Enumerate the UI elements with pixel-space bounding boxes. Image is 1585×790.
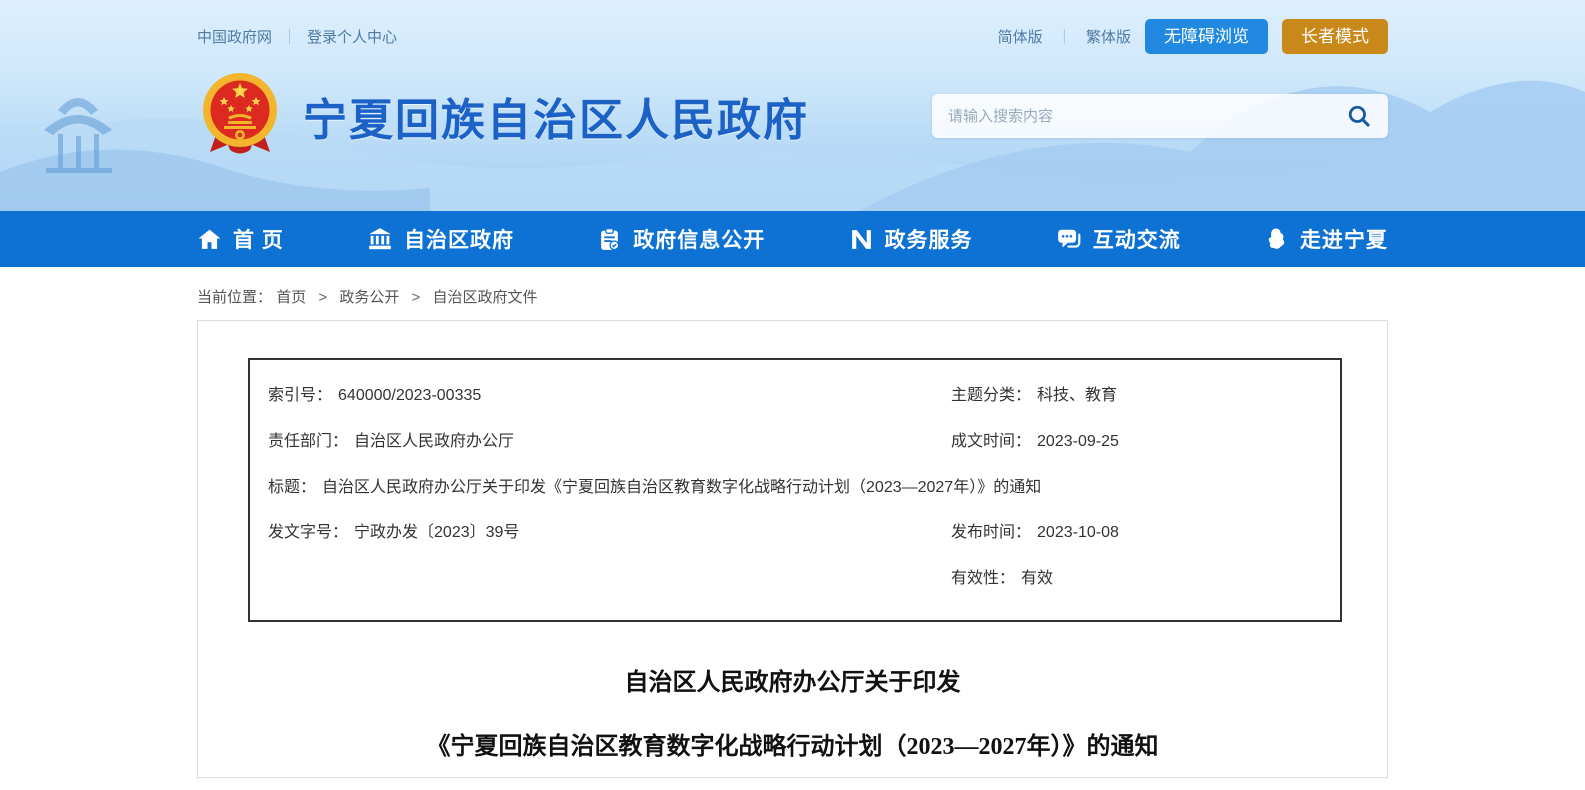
breadcrumb-separator: > — [318, 289, 327, 306]
simplified-version-link[interactable]: 简体版 — [998, 29, 1043, 46]
site-header: 中国政府网 ｜ 登录个人中心 简体版 ｜ 繁体版 无障碍浏览 长者模式 — [0, 0, 1585, 211]
responsible-department-label: 责任部门： — [268, 433, 348, 450]
nav-item-gov-services[interactable]: 政务服务 — [849, 211, 973, 267]
separator: ｜ — [1057, 29, 1072, 46]
topic-category-value: 科技、教育 — [1037, 387, 1117, 404]
government-building-icon — [367, 226, 393, 252]
brand-row: 宁夏回族自治区人民政府 — [197, 70, 1388, 162]
meta-row-docnumber: 发文字号： 宁政办发〔2023〕39号 发布时间： 2023-10-08 — [268, 523, 1322, 544]
topic-category-label: 主题分类： — [951, 387, 1031, 404]
index-number-label: 索引号： — [268, 387, 332, 404]
nav-label: 互动交流 — [1093, 224, 1181, 254]
search-icon — [1346, 103, 1372, 129]
doc-title-label: 标题： — [268, 479, 316, 496]
login-link[interactable]: 登录个人中心 — [307, 26, 397, 47]
breadcrumb-label: 当前位置： — [197, 289, 272, 306]
validity-label: 有效性： — [951, 570, 1015, 587]
document-title-line1: 自治区人民政府办公厅关于印发 — [198, 662, 1387, 697]
document-metadata-table: 索引号： 640000/2023-00335 主题分类： 科技、教育 责任部门： 自治… — [248, 358, 1342, 622]
document-container: 索引号： 640000/2023-00335 主题分类： 科技、教育 责任部门： 自治… — [197, 320, 1388, 778]
nav-label: 政府信息公开 — [633, 224, 765, 254]
breadcrumb-gov-disclosure[interactable]: 政务公开 — [339, 289, 399, 306]
search-button[interactable] — [1344, 101, 1374, 131]
nav-label: 走进宁夏 — [1300, 224, 1388, 254]
accessibility-button[interactable]: 无障碍浏览 — [1145, 19, 1268, 54]
nav-label: 首 页 — [233, 224, 284, 254]
written-date-label: 成文时间： — [951, 433, 1031, 450]
nav-item-home[interactable]: 首 页 — [197, 211, 284, 267]
breadcrumb-separator: > — [412, 289, 421, 306]
doc-number-value: 宁政办发〔2023〕39号 — [354, 524, 519, 541]
publish-date-value: 2023-10-08 — [1037, 524, 1119, 541]
responsible-department-value: 自治区人民政府办公厅 — [354, 433, 514, 450]
traditional-version-link[interactable]: 繁体版 — [1086, 29, 1131, 46]
nav-item-interaction[interactable]: 互动交流 — [1056, 211, 1181, 267]
elder-mode-button[interactable]: 长者模式 — [1282, 19, 1388, 54]
meta-row-index: 索引号： 640000/2023-00335 主题分类： 科技、教育 — [268, 386, 1322, 407]
home-icon — [197, 227, 222, 252]
meta-row-department: 责任部门： 自治区人民政府办公厅 成文时间： 2023-09-25 — [268, 432, 1322, 453]
publish-date-label: 发布时间： — [951, 524, 1031, 541]
nav-item-info-disclosure[interactable]: 政府信息公开 — [597, 211, 765, 267]
document-title-block: 自治区人民政府办公厅关于印发 《宁夏回族自治区教育数字化战略行动计划（2023—… — [198, 662, 1387, 778]
index-number-value: 640000/2023-00335 — [338, 387, 481, 404]
gov-services-icon — [849, 227, 874, 252]
breadcrumb: 当前位置： 首页 > 政务公开 > 自治区政府文件 — [197, 286, 1388, 307]
search-input[interactable] — [948, 108, 1344, 125]
nav-item-about-ningxia[interactable]: 走进宁夏 — [1264, 211, 1388, 267]
meta-row-validity: 有效性： 有效 — [268, 569, 1322, 590]
top-utility-bar: 中国政府网 ｜ 登录个人中心 简体版 ｜ 繁体版 无障碍浏览 长者模式 — [197, 0, 1388, 56]
document-title-line2: 《宁夏回族自治区教育数字化战略行动计划（2023—2027年）》的通知 — [198, 726, 1387, 761]
doc-number-label: 发文字号： — [268, 524, 348, 541]
search-box — [932, 94, 1388, 138]
ningxia-map-icon — [1264, 227, 1289, 252]
nav-label: 政务服务 — [885, 224, 973, 254]
interaction-icon — [1056, 226, 1082, 252]
nav-label: 自治区政府 — [404, 224, 514, 254]
national-emblem-logo[interactable] — [197, 70, 283, 162]
gov-portal-link[interactable]: 中国政府网 — [197, 26, 272, 47]
breadcrumb-home[interactable]: 首页 — [276, 289, 306, 306]
breadcrumb-regional-gov-documents[interactable]: 自治区政府文件 — [432, 289, 537, 306]
main-navigation: 首 页 自治区政府 政府信息公开 — [0, 211, 1585, 267]
meta-row-title: 标题： 自治区人民政府办公厅关于印发《宁夏回族自治区教育数字化战略行动计划（202… — [268, 478, 1322, 499]
separator: ｜ — [282, 26, 297, 47]
nav-item-regional-government[interactable]: 自治区政府 — [367, 211, 514, 267]
written-date-value: 2023-09-25 — [1037, 433, 1119, 450]
info-disclosure-icon — [597, 227, 622, 252]
doc-title-value: 自治区人民政府办公厅关于印发《宁夏回族自治区教育数字化战略行动计划（2023—2… — [322, 479, 1041, 496]
validity-value: 有效 — [1021, 570, 1053, 587]
site-title[interactable]: 宁夏回族自治区人民政府 — [303, 84, 809, 148]
